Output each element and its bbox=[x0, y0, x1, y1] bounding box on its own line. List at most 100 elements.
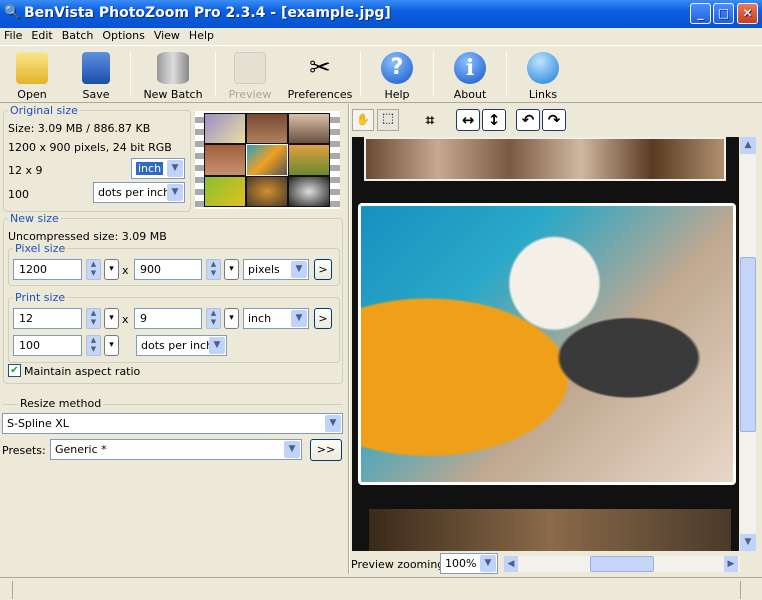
help-button[interactable]: ? Help bbox=[363, 46, 431, 102]
chevron-down-icon: ▼ bbox=[291, 261, 307, 278]
separator bbox=[215, 52, 216, 96]
presets-label: Presets: bbox=[2, 444, 46, 457]
tools-icon: ✂ bbox=[309, 53, 331, 83]
original-print-size: 12 x 9 bbox=[8, 164, 43, 177]
status-bar bbox=[0, 577, 762, 600]
pixel-width-menu-button[interactable]: ▾ bbox=[104, 259, 119, 280]
print-resolution-input[interactable]: 100 bbox=[13, 335, 82, 356]
resize-method-select[interactable]: S-Spline XL ▼ bbox=[2, 413, 343, 434]
preview-icon bbox=[234, 52, 266, 84]
menu-help[interactable]: Help bbox=[185, 28, 219, 45]
preferences-button[interactable]: ✂ Preferences bbox=[282, 46, 358, 102]
print-width-menu-button[interactable]: ▾ bbox=[104, 308, 119, 329]
select-tool-button[interactable]: ⬚ bbox=[377, 109, 399, 131]
info-icon: i bbox=[454, 52, 486, 84]
menu-file[interactable]: File bbox=[0, 28, 27, 45]
menu-edit[interactable]: Edit bbox=[27, 28, 57, 45]
app-icon: 🔍 bbox=[4, 5, 21, 20]
minimize-button[interactable]: _ bbox=[690, 3, 711, 24]
about-button[interactable]: i About bbox=[436, 46, 504, 102]
pixel-width-input[interactable]: 1200 bbox=[13, 259, 82, 280]
separator bbox=[360, 52, 361, 96]
print-unit-select[interactable]: inch ▼ bbox=[243, 308, 309, 329]
hand-tool-button[interactable]: ✋ bbox=[352, 109, 374, 131]
pixel-width-spinner[interactable]: ▲ ▼ bbox=[86, 259, 101, 280]
original-res-unit-select[interactable]: dots per inch ▼ bbox=[93, 182, 185, 203]
print-height-menu-button[interactable]: ▾ bbox=[224, 308, 239, 329]
pixel-size-apply-button[interactable]: > bbox=[314, 259, 332, 280]
presets-more-button[interactable]: >> bbox=[310, 439, 342, 461]
preview-button[interactable]: Preview bbox=[218, 46, 282, 102]
preview-canvas[interactable] bbox=[352, 137, 739, 551]
presets-select[interactable]: Generic * ▼ bbox=[50, 439, 302, 460]
original-unit-select[interactable]: inch ▼ bbox=[131, 158, 185, 179]
globe-icon bbox=[527, 52, 559, 84]
image-thumbnail[interactable] bbox=[195, 111, 340, 209]
chevron-down-icon: ▼ bbox=[209, 337, 225, 354]
pixel-unit-select[interactable]: pixels ▼ bbox=[243, 259, 309, 280]
rotate-right-icon: ↷ bbox=[547, 111, 561, 129]
rotate-left-button[interactable]: ↶ bbox=[516, 109, 540, 131]
chevron-down-icon: ▼ bbox=[167, 184, 183, 201]
pixel-height-menu-button[interactable]: ▾ bbox=[224, 259, 239, 280]
print-res-unit-select[interactable]: dots per inch ▼ bbox=[136, 335, 227, 356]
separator bbox=[433, 52, 434, 96]
open-button[interactable]: Open bbox=[0, 46, 64, 102]
flip-vertical-button[interactable]: ↕ bbox=[482, 109, 506, 131]
print-height-spinner[interactable]: ▲ ▼ bbox=[206, 308, 221, 329]
original-file-size: Size: 3.09 MB / 886.87 KB bbox=[8, 122, 151, 135]
save-button[interactable]: Save bbox=[64, 46, 128, 102]
chevron-down-icon: ▼ bbox=[480, 555, 496, 572]
flip-horizontal-button[interactable]: ↔ bbox=[456, 109, 480, 131]
parrot-image bbox=[358, 203, 736, 485]
print-resolution-menu-button[interactable]: ▾ bbox=[104, 335, 119, 356]
print-width-spinner[interactable]: ▲ ▼ bbox=[86, 308, 101, 329]
splitter[interactable] bbox=[348, 104, 350, 574]
times-label: x bbox=[122, 313, 129, 326]
new-batch-button[interactable]: New Batch bbox=[133, 46, 213, 102]
chevron-down-icon: ▼ bbox=[325, 415, 341, 432]
maintain-aspect-checkbox[interactable]: ✔ bbox=[8, 364, 21, 377]
selection-icon: ⬚ bbox=[381, 111, 395, 126]
print-size-apply-button[interactable]: > bbox=[314, 308, 332, 329]
menu-view[interactable]: View bbox=[150, 28, 185, 45]
chevron-down-icon: ▼ bbox=[284, 441, 300, 458]
original-resolution: 100 bbox=[8, 188, 29, 201]
preview-zoom-select[interactable]: 100% ▼ bbox=[440, 553, 498, 574]
folder-icon bbox=[16, 52, 48, 84]
separator bbox=[130, 52, 131, 96]
scroll-down-button: ▼ bbox=[740, 534, 756, 551]
print-resolution-spinner[interactable]: ▲ ▼ bbox=[86, 335, 101, 356]
close-button[interactable]: ✕ bbox=[737, 3, 758, 24]
chevron-down-icon: ▼ bbox=[291, 310, 307, 327]
vertical-arrows-icon: ↕ bbox=[487, 111, 501, 129]
maximize-button[interactable]: □ bbox=[713, 3, 734, 24]
database-gear-icon bbox=[157, 52, 189, 84]
original-pixel-size: 1200 x 900 pixels, 24 bit RGB bbox=[8, 141, 172, 154]
vertical-scroll-thumb bbox=[740, 257, 756, 432]
preview-zoom-label: Preview zooming: bbox=[351, 558, 448, 571]
chevron-down-icon: ▼ bbox=[167, 160, 183, 177]
toolbar: Open Save New Batch Preview ✂ Preferences… bbox=[0, 45, 762, 103]
menu-batch[interactable]: Batch bbox=[58, 28, 99, 45]
horizontal-scrollbar[interactable]: ◀ ▶ bbox=[504, 556, 740, 572]
print-width-input[interactable]: 12 bbox=[13, 308, 82, 329]
horizontal-arrows-icon: ↔ bbox=[461, 111, 475, 129]
menu-options[interactable]: Options bbox=[98, 28, 149, 45]
pixel-height-input[interactable]: 900 bbox=[134, 259, 202, 280]
hand-icon: ✋ bbox=[356, 113, 370, 126]
pixel-height-spinner[interactable]: ▲ ▼ bbox=[206, 259, 221, 280]
rotate-right-button[interactable]: ↷ bbox=[542, 109, 566, 131]
question-icon: ? bbox=[381, 52, 413, 84]
print-height-input[interactable]: 9 bbox=[134, 308, 202, 329]
horizontal-scroll-thumb bbox=[590, 556, 654, 572]
crop-button[interactable]: ⌗ bbox=[419, 109, 441, 131]
maintain-aspect-label: Maintain aspect ratio bbox=[24, 365, 141, 378]
scroll-left-button: ◀ bbox=[504, 556, 518, 572]
scroll-right-button: ▶ bbox=[724, 556, 738, 572]
rotate-left-icon: ↶ bbox=[521, 111, 535, 129]
links-button[interactable]: Links bbox=[509, 46, 577, 102]
times-label: x bbox=[122, 264, 129, 277]
vertical-scrollbar[interactable]: ▲ ▼ bbox=[740, 137, 756, 551]
floppy-icon bbox=[82, 52, 110, 84]
